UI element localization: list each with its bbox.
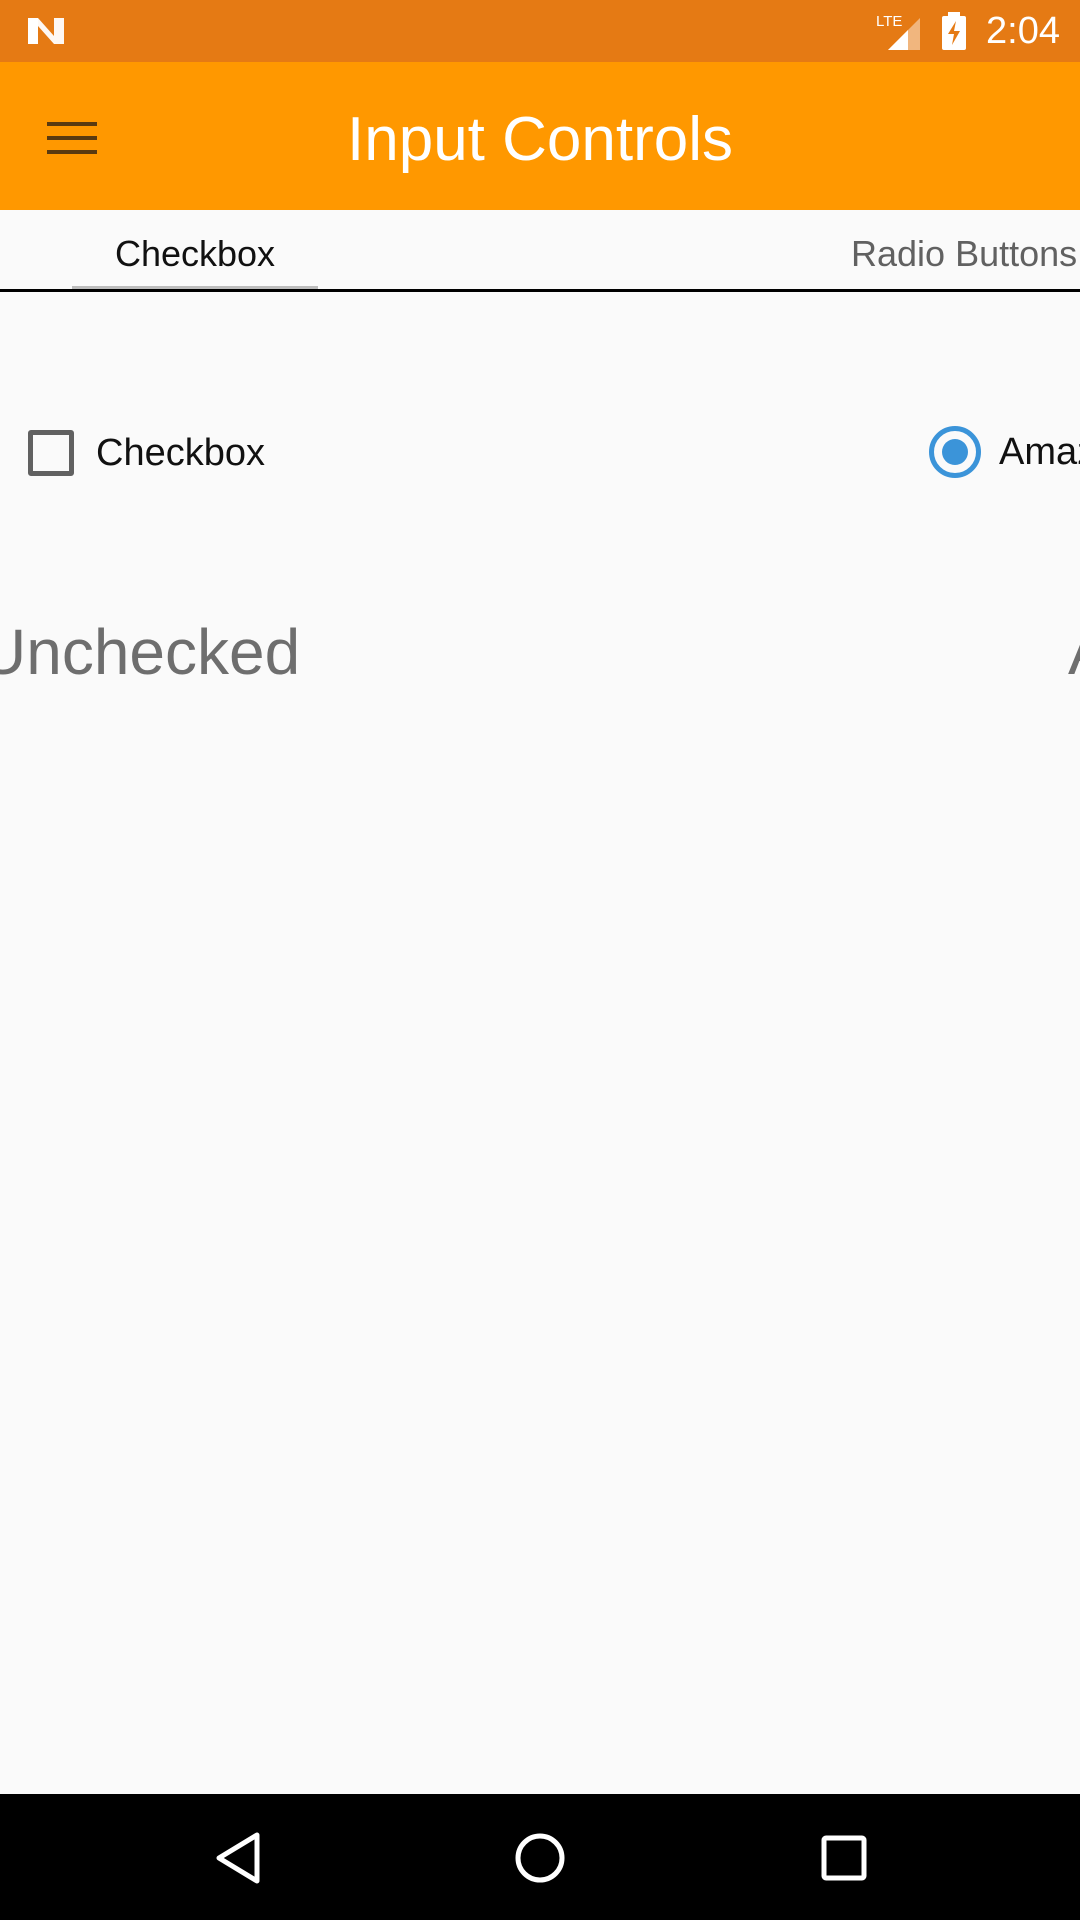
status-bar: LTE 2:04 (0, 0, 1080, 62)
recent-apps-button[interactable] (806, 1820, 882, 1896)
checkbox-status-text: Unchecked (0, 616, 301, 688)
navigation-bar (0, 1794, 1080, 1920)
radio-label: Amaz (999, 430, 1080, 473)
radio-button-control[interactable]: Amaz (929, 424, 1080, 480)
status-clock: 2:04 (986, 10, 1060, 52)
tab-checkbox[interactable]: Checkbox (72, 210, 318, 289)
home-button[interactable] (502, 1820, 578, 1896)
checkbox-square-icon[interactable] (28, 430, 74, 476)
radio-status-text: A (1068, 614, 1080, 690)
svg-text:LTE: LTE (876, 13, 902, 30)
back-triangle-icon (216, 1832, 260, 1884)
page-title: Input Controls (347, 105, 733, 174)
tab-radio-buttons[interactable]: Radio Buttons (851, 210, 1077, 289)
tab-bar: Checkbox Radio Buttons (0, 210, 1080, 292)
radio-selected-icon[interactable] (929, 426, 981, 478)
tab-selected-indicator (72, 286, 318, 289)
checkbox-control[interactable]: Checkbox (28, 428, 265, 478)
checkbox-label: Checkbox (96, 431, 265, 474)
home-circle-icon (515, 1833, 565, 1883)
android-n-logo-icon (28, 18, 64, 44)
radio-dot (942, 439, 968, 465)
back-button[interactable] (200, 1820, 276, 1896)
lte-signal-icon: LTE (876, 13, 920, 50)
recent-apps-square-icon (821, 1835, 867, 1881)
app-bar: Input Controls (0, 62, 1080, 210)
battery-charging-icon (942, 12, 966, 50)
